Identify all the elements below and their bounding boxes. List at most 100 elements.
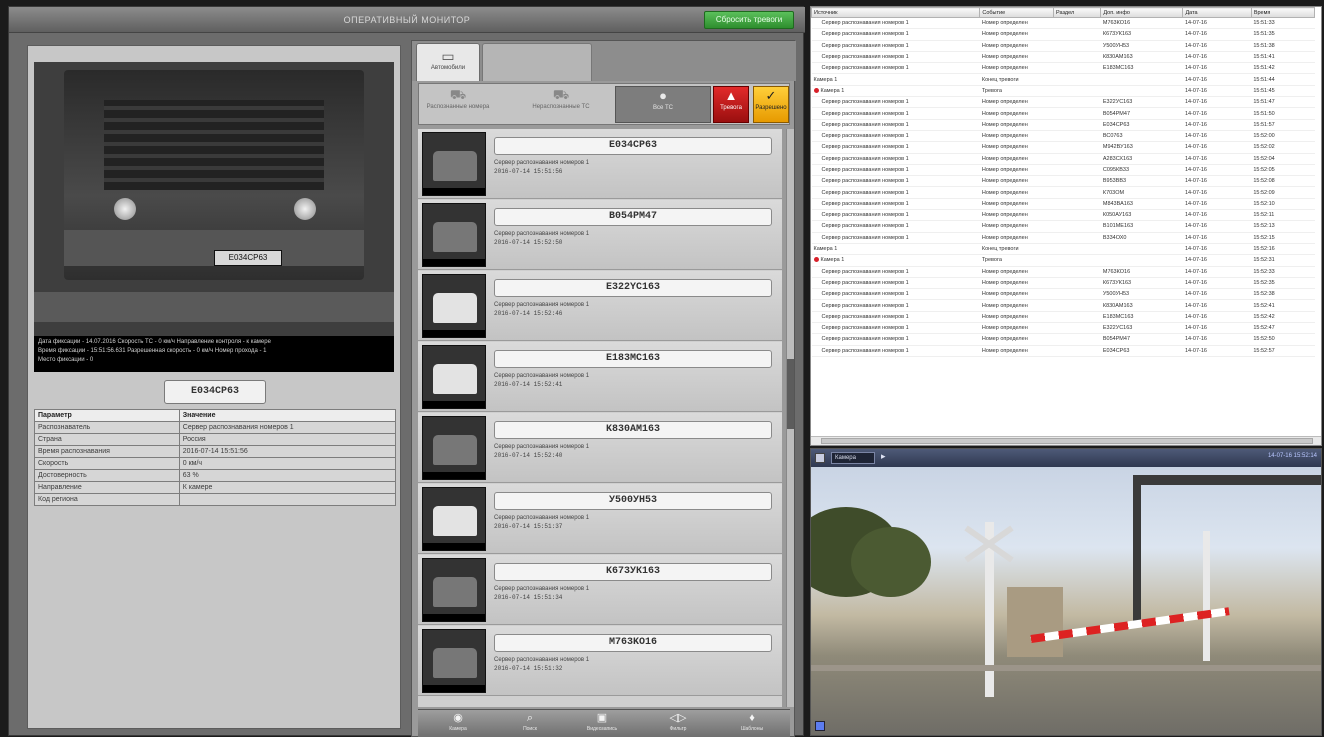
list-item[interactable]: M763KO16 Сервер распознавания номеров 1 …	[418, 626, 782, 696]
car-shape	[433, 506, 477, 536]
video-button[interactable]: ▣ Видеозапись	[574, 711, 630, 737]
event-source: Сервер распознавания номеров 1	[811, 141, 980, 154]
event-section	[1053, 322, 1101, 335]
event-section	[1053, 345, 1101, 357]
event-row[interactable]: Сервер распознавания номеров 1 Номер опре…	[811, 164, 1315, 177]
event-row[interactable]: Сервер распознавания номеров 1 Номер опре…	[811, 333, 1315, 346]
pin-icon: ♦	[749, 712, 755, 724]
event-type: Номер определен	[979, 288, 1054, 301]
video-icon: ▣	[596, 712, 608, 724]
event-type: Конец тревоги	[979, 243, 1054, 256]
event-time: 15:52:16	[1251, 243, 1315, 256]
event-row[interactable]: Сервер распознавания номеров 1 Номер опре…	[811, 266, 1315, 278]
event-row[interactable]: Камера 1 Конец тревоги 14-07-16 15:52:16	[811, 243, 1315, 256]
event-info: М942ВУ163	[1100, 141, 1183, 154]
column-header-event[interactable]: Событие	[979, 7, 1055, 18]
filter-recognized-button[interactable]: ⛟ Распознанные номера	[423, 86, 493, 123]
list-item[interactable]: У500УН53 Сервер распознавания номеров 1 …	[418, 484, 782, 554]
recognized-plates-list: E034CP63 Сервер распознавания номеров 1 …	[418, 129, 782, 707]
event-time-text: 15:52:31	[1253, 257, 1275, 264]
event-time: 15:52:08	[1251, 175, 1315, 188]
search-button[interactable]: ⌕ Поиск	[502, 711, 558, 737]
event-source-text: Сервер распознавания номеров 1	[821, 31, 909, 38]
event-row[interactable]: Сервер распознавания номеров 1 Номер опре…	[811, 17, 1315, 30]
camera-button[interactable]: ◉ Камера	[430, 711, 486, 737]
column-header-source[interactable]: Источник	[811, 7, 981, 18]
list-item[interactable]: E183MC163 Сервер распознавания номеров 1…	[418, 342, 782, 412]
play-icon[interactable]: ▸	[881, 451, 886, 462]
list-item[interactable]: E034CP63 Сервер распознавания номеров 1 …	[418, 129, 782, 199]
camera-select-checkbox[interactable]	[815, 453, 825, 463]
event-info-text: К050АУ163	[1102, 212, 1132, 219]
event-row[interactable]: Сервер распознавания номеров 1 Номер опре…	[811, 130, 1315, 143]
event-row[interactable]: Камера 1 Тревога 14-07-16 15:52:31	[811, 254, 1315, 267]
events-scroll-thumb[interactable]	[821, 438, 1313, 444]
filter-all-button[interactable]: ● Все ТС	[615, 86, 711, 123]
camera-name[interactable]: Камера	[831, 452, 875, 464]
event-row[interactable]: Сервер распознавания номеров 1 Номер опре…	[811, 288, 1315, 301]
event-row[interactable]: Сервер распознавания номеров 1 Номер опре…	[811, 51, 1315, 64]
filter-unrecognized-button[interactable]: ⛟ Нераспознанные ТС	[521, 86, 601, 123]
event-info: В054РМ47	[1100, 333, 1183, 346]
event-row[interactable]: Сервер распознавания номеров 1 Номер опре…	[811, 277, 1315, 290]
list-item[interactable]: K830AM163 Сервер распознавания номеров 1…	[418, 413, 782, 483]
event-row[interactable]: Сервер распознавания номеров 1 Номер опре…	[811, 299, 1315, 312]
event-row[interactable]: Сервер распознавания номеров 1 Номер опре…	[811, 232, 1315, 244]
templates-button[interactable]: ♦ Шаблоны	[724, 711, 780, 737]
column-header-info[interactable]: Доп. инфо	[1100, 7, 1184, 18]
event-row[interactable]: Сервер распознавания номеров 1 Номер опре…	[811, 220, 1315, 233]
column-header-section[interactable]: Раздел	[1053, 7, 1102, 18]
signal-gantry-beam	[1133, 475, 1321, 485]
event-row[interactable]: Сервер распознавания номеров 1 Номер опре…	[811, 119, 1315, 131]
param-value: Сервер распознавания номеров 1	[178, 421, 397, 434]
event-date: 14-07-16	[1182, 254, 1252, 267]
event-source: Сервер распознавания номеров 1	[811, 107, 980, 120]
vehicle-detail-panel: E034CP63 Дата фиксации - 14.07.2016 Скор…	[27, 45, 401, 729]
filter-label: Разрешено	[755, 105, 787, 111]
event-source-text: Сервер распознавания номеров 1	[821, 234, 909, 241]
list-item[interactable]: E322YC163 Сервер распознавания номеров 1…	[418, 271, 782, 341]
tab-vehicles[interactable]: ▭ Автомобили	[416, 43, 480, 81]
event-source-text: Сервер распознавания номеров 1	[821, 144, 909, 151]
event-type: Номер определен	[979, 141, 1054, 154]
event-row[interactable]: Сервер распознавания номеров 1 Номер опре…	[811, 153, 1315, 165]
event-type-text: Номер определен	[981, 65, 1028, 72]
list-item[interactable]: K673УК163 Сервер распознавания номеров 1…	[418, 555, 782, 625]
event-source-text: Сервер распознавания номеров 1	[821, 223, 909, 230]
event-row[interactable]: Сервер распознавания номеров 1 Номер опре…	[811, 209, 1315, 222]
event-row[interactable]: Сервер распознавания номеров 1 Номер опре…	[811, 28, 1315, 41]
list-item[interactable]: B054PM47 Сервер распознавания номеров 1 …	[418, 200, 782, 270]
plate-number: E034CP63	[494, 137, 772, 155]
toolbar-label: Камера	[449, 726, 467, 732]
event-info-text: С095КВ33	[1102, 167, 1129, 173]
column-header-time[interactable]: Время	[1250, 7, 1316, 18]
list-scroll-thumb[interactable]	[787, 359, 794, 429]
filter-alarm-button[interactable]: ▲ Тревога	[713, 86, 749, 123]
events-horizontal-scrollbar[interactable]	[811, 436, 1321, 445]
event-row[interactable]: Сервер распознавания номеров 1 Номер опре…	[811, 186, 1315, 199]
event-row[interactable]: Сервер распознавания номеров 1 Номер опре…	[811, 40, 1315, 52]
camera-live-view[interactable]	[811, 467, 1321, 735]
event-row[interactable]: Сервер распознавания номеров 1 Номер опре…	[811, 141, 1315, 154]
tab-secondary[interactable]	[482, 43, 592, 81]
reset-alarms-button[interactable]: Сбросить тревоги	[704, 11, 794, 29]
event-row[interactable]: Сервер распознавания номеров 1 Номер опре…	[811, 107, 1315, 120]
filter-button[interactable]: ◁▷ Фильтр	[650, 711, 706, 737]
event-row[interactable]: Сервер распознавания номеров 1 Номер опре…	[811, 198, 1315, 211]
event-row[interactable]: Камера 1 Тревога 14-07-16 15:51:45	[811, 85, 1315, 98]
event-row[interactable]: Сервер распознавания номеров 1 Номер опре…	[811, 311, 1315, 324]
column-header-date[interactable]: Дата	[1182, 7, 1252, 18]
event-row[interactable]: Камера 1 Конец тревоги 14-07-16 15:51:44	[811, 73, 1315, 86]
event-type-text: Номер определен	[981, 54, 1028, 61]
event-info: В953ВВ3	[1100, 175, 1183, 188]
list-scrollbar[interactable]	[786, 129, 794, 707]
event-row[interactable]: Сервер распознавания номеров 1 Номер опре…	[811, 175, 1315, 188]
event-row[interactable]: Сервер распознавания номеров 1 Номер опре…	[811, 62, 1315, 75]
event-row[interactable]: Сервер распознавания номеров 1 Номер опре…	[811, 345, 1315, 357]
monitor-icon: ▭	[441, 48, 455, 64]
event-row[interactable]: Сервер распознавания номеров 1 Номер опре…	[811, 322, 1315, 335]
event-row[interactable]: Сервер распознавания номеров 1 Номер опре…	[811, 96, 1315, 109]
server-name: Сервер распознавания номеров 1	[494, 657, 590, 663]
filter-allowed-button[interactable]: ✓ Разрешено	[753, 86, 789, 123]
event-type-text: Номер определен	[981, 268, 1028, 275]
